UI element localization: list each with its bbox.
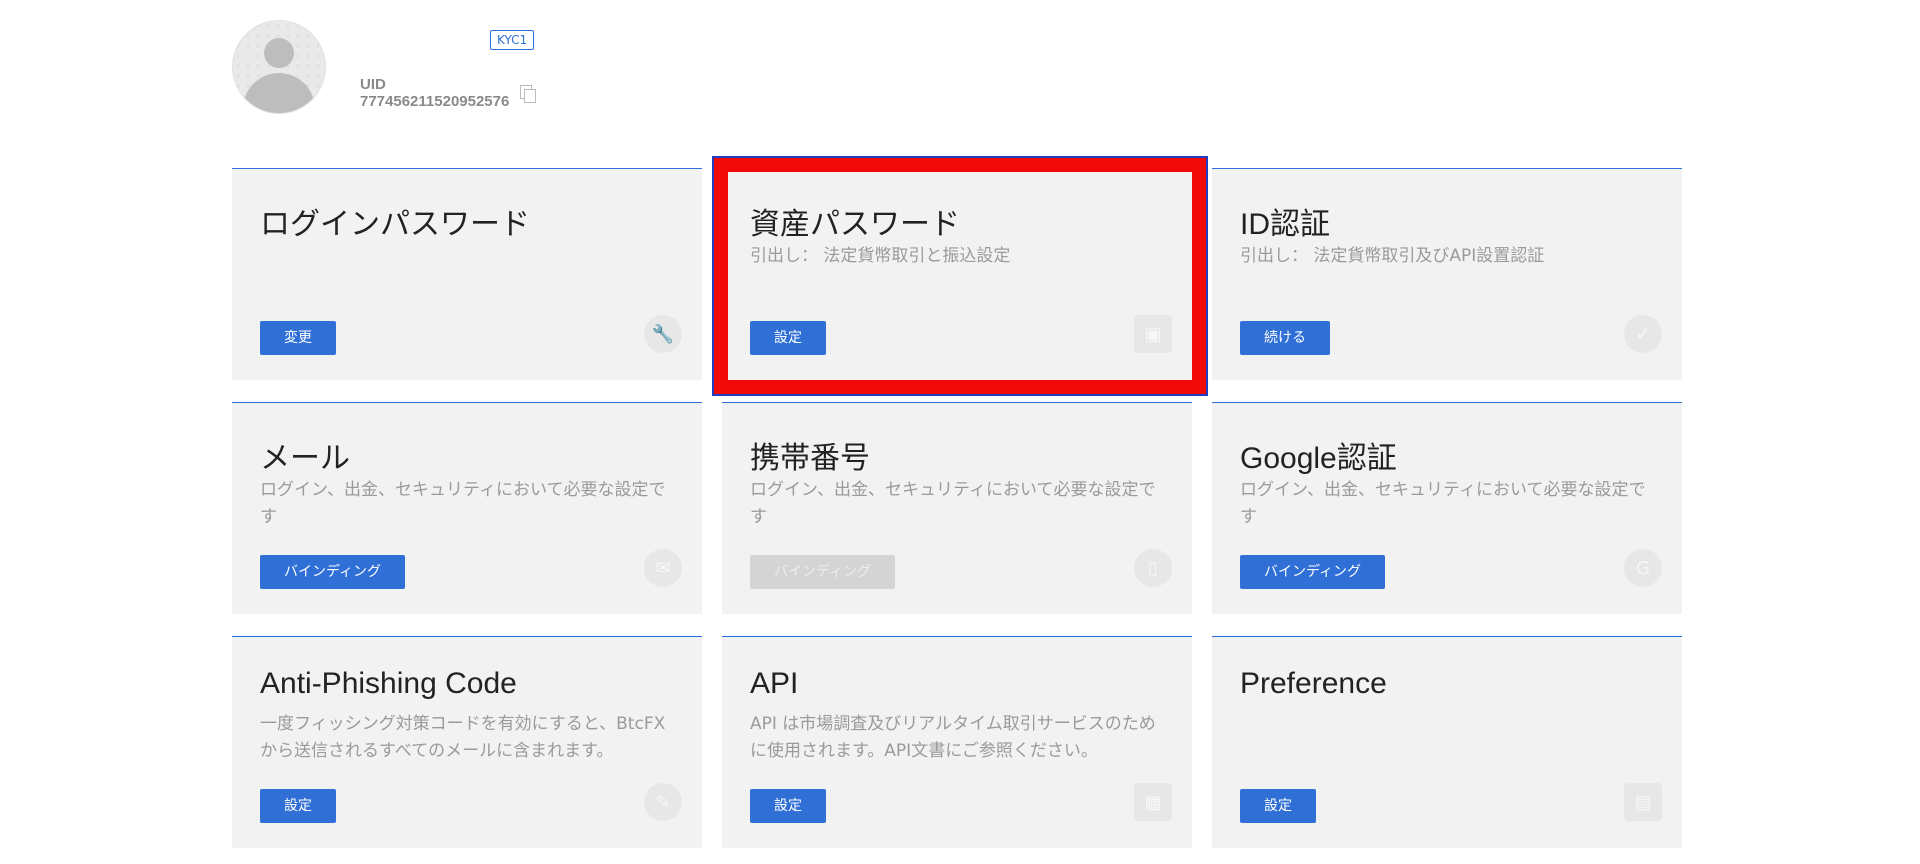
phone-icon: ▯ xyxy=(1134,549,1172,587)
card-id-verification: ID認証 引出し： 法定貨幣取引及びAPI設置認証 続ける ✓ xyxy=(1212,168,1682,380)
card-title: Anti-Phishing Code xyxy=(260,667,517,700)
card-title: メール xyxy=(260,442,350,475)
card-preference: Preference 設定 ▤ xyxy=(1212,636,1682,848)
card-anti-phishing-code: Anti-Phishing Code 一度フィッシング対策コードを有効にすると、… xyxy=(232,636,702,848)
change-login-password-button[interactable]: 変更 xyxy=(260,321,336,355)
card-login-password: ログインパスワード 変更 🔧 xyxy=(232,168,702,380)
card-title: ID認証 xyxy=(1240,208,1330,241)
card-description: ログイン、出金、セキュリティにおいて必要な設定です xyxy=(750,480,1156,527)
card-description: 一度フィッシング対策コードを有効にすると、BtcFXから送信されるすべてのメール… xyxy=(260,714,666,761)
bind-mobile-button: バインディング xyxy=(750,555,896,589)
card-email: メール ログイン、出金、セキュリティにおいて必要な設定です バインディング ✉ xyxy=(232,402,702,614)
avatar xyxy=(232,20,326,114)
set-anti-phishing-code-button[interactable]: 設定 xyxy=(260,789,336,823)
card-title: API xyxy=(750,667,799,700)
continue-id-verification-button[interactable]: 続ける xyxy=(1240,321,1330,355)
copy-icon[interactable] xyxy=(519,85,536,103)
card-description: 引出し： 法定貨幣取引及びAPI設置認証 xyxy=(1240,246,1545,266)
envelope-icon: ✉ xyxy=(644,549,682,587)
card-description: API は市場調査及びリアルタイム取引サービスのために使用されます。API文書に… xyxy=(750,714,1156,761)
set-preference-button[interactable]: 設定 xyxy=(1240,789,1316,823)
card-title: Google認証 xyxy=(1240,442,1397,475)
card-title: Preference xyxy=(1240,667,1387,700)
card-title: 携帯番号 xyxy=(750,442,870,475)
anti-phishing-icon: ✎ xyxy=(644,783,682,821)
card-api: API API は市場調査及びリアルタイム取引サービスのために使用されます。AP… xyxy=(722,636,1192,848)
card-google-authenticator: Google認証 ログイン、出金、セキュリティにおいて必要な設定です バインディ… xyxy=(1212,402,1682,614)
card-description: ログイン、出金、セキュリティにおいて必要な設定です xyxy=(1240,480,1646,527)
uid-text: UID 777456211520952576 xyxy=(360,76,510,110)
preference-icon: ▤ xyxy=(1624,783,1662,821)
card-title: ログインパスワード xyxy=(260,208,530,241)
uid-row: UID 777456211520952576 xyxy=(360,76,536,110)
highlight-box xyxy=(712,156,1208,396)
shield-check-icon: ✓ xyxy=(1624,315,1662,353)
bind-email-button[interactable]: バインディング xyxy=(260,555,406,589)
wrench-icon: 🔧 xyxy=(644,315,682,353)
google-icon: G xyxy=(1624,549,1662,587)
card-mobile-number: 携帯番号 ログイン、出金、セキュリティにおいて必要な設定です バインディング ▯ xyxy=(722,402,1192,614)
kyc-level-badge: KYC1 xyxy=(490,30,535,50)
set-api-button[interactable]: 設定 xyxy=(750,789,826,823)
bind-google-authenticator-button[interactable]: バインディング xyxy=(1240,555,1386,589)
card-description: ログイン、出金、セキュリティにおいて必要な設定です xyxy=(260,480,666,527)
chip-icon: ▦ xyxy=(1134,783,1172,821)
